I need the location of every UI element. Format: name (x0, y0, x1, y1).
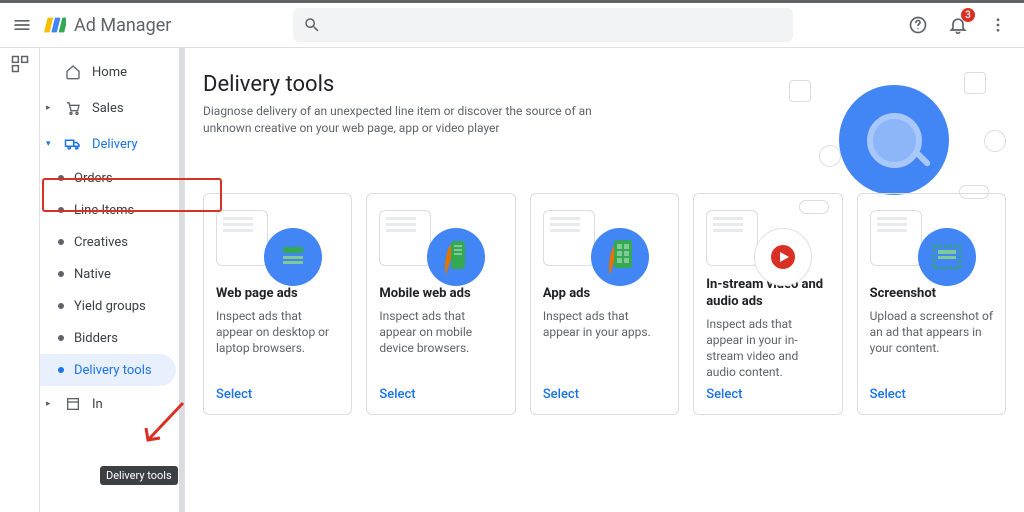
sidebar-item-label: Sales (92, 101, 124, 116)
search-icon (303, 16, 321, 34)
help-icon[interactable] (904, 11, 932, 39)
card-app-ads[interactable]: App ads Inspect ads that appear in your … (530, 193, 679, 415)
card-description: Upload a screenshot of an ad that appear… (870, 308, 993, 381)
card-illustration (379, 206, 502, 278)
truck-icon (64, 135, 82, 153)
sidebar-item-label: Home (92, 65, 127, 80)
app-logo[interactable]: Ad Manager (44, 14, 171, 36)
sidebar-sub-label: Creatives (74, 235, 128, 250)
sidebar-sub-creatives[interactable]: Creatives (40, 226, 184, 258)
card-instream-video[interactable]: In-stream video and audio ads Inspect ad… (693, 193, 842, 415)
sidebar-item-label: In (92, 397, 103, 412)
search-input[interactable] (293, 8, 793, 42)
card-web-page-ads[interactable]: Web page ads Inspect ads that appear on … (203, 193, 352, 415)
sidebar-sub-label: Yield groups (74, 299, 146, 314)
notification-badge: 3 (961, 8, 975, 22)
sidebar-sub-native[interactable]: Native (40, 258, 184, 290)
sidebar-sub-label: Delivery tools (74, 363, 152, 378)
sidebar-item-delivery[interactable]: ▾ Delivery (40, 126, 184, 162)
sidebar-sub-label: Native (74, 267, 111, 282)
main-content: Delivery tools Diagnose delivery of an u… (185, 48, 1024, 512)
menu-icon[interactable] (12, 15, 32, 35)
logo-icon (44, 14, 66, 36)
sidebar-sub-bidders[interactable]: Bidders (40, 322, 184, 354)
home-icon (64, 64, 82, 80)
app-header: Ad Manager 3 (0, 0, 1024, 48)
select-button[interactable]: Select (706, 381, 829, 402)
cart-icon (64, 100, 82, 116)
sidebar-sub-orders[interactable]: Orders (40, 162, 184, 194)
more-icon[interactable] (984, 11, 1012, 39)
card-description: Inspect ads that appear on desktop or la… (216, 308, 339, 381)
select-button[interactable]: Select (216, 381, 339, 402)
sidebar-item-home[interactable]: Home (40, 54, 184, 90)
inventory-icon (64, 396, 82, 412)
card-illustration (706, 206, 829, 270)
sidebar-item-label: Delivery (92, 137, 138, 152)
select-button[interactable]: Select (870, 381, 993, 402)
notifications-icon[interactable]: 3 (944, 11, 972, 39)
sidebar-sub-line-items[interactable]: Line Items (40, 194, 184, 226)
card-description: Inspect ads that appear on mobile device… (379, 308, 502, 381)
card-mobile-web-ads[interactable]: Mobile web ads Inspect ads that appear o… (366, 193, 515, 415)
left-rail (0, 48, 40, 512)
select-button[interactable]: Select (543, 381, 666, 402)
card-title: Web page ads (216, 286, 339, 302)
card-description: Inspect ads that appear in your in-strea… (706, 316, 829, 381)
sidebar-sub-yield-groups[interactable]: Yield groups (40, 290, 184, 322)
select-button[interactable]: Select (379, 381, 502, 402)
card-title: Mobile web ads (379, 286, 502, 302)
sidebar-sub-delivery-tools[interactable]: Delivery tools (40, 354, 176, 386)
card-illustration (870, 206, 993, 278)
sidebar-item-inventory[interactable]: ▸ In (40, 386, 184, 422)
card-title: App ads (543, 286, 666, 302)
sidebar-sub-label: Bidders (74, 331, 118, 346)
sidebar-sub-label: Orders (74, 171, 113, 186)
network-icon[interactable] (10, 54, 30, 74)
tool-cards: Web page ads Inspect ads that appear on … (203, 193, 1006, 415)
sidebar-sub-label: Line Items (74, 203, 134, 218)
page-description: Diagnose delivery of an unexpected line … (203, 103, 623, 137)
app-name: Ad Manager (74, 15, 171, 36)
card-title: Screenshot (870, 286, 993, 302)
sidebar-item-sales[interactable]: ▸ Sales (40, 90, 184, 126)
card-illustration (543, 206, 666, 278)
tooltip: Delivery tools (100, 466, 178, 485)
card-screenshot[interactable]: Screenshot Upload a screenshot of an ad … (857, 193, 1006, 415)
card-illustration (216, 206, 339, 278)
sidebar: Home ▸ Sales ▾ Delivery Orders Line Item… (40, 48, 185, 512)
card-description: Inspect ads that appear in your apps. (543, 308, 666, 381)
